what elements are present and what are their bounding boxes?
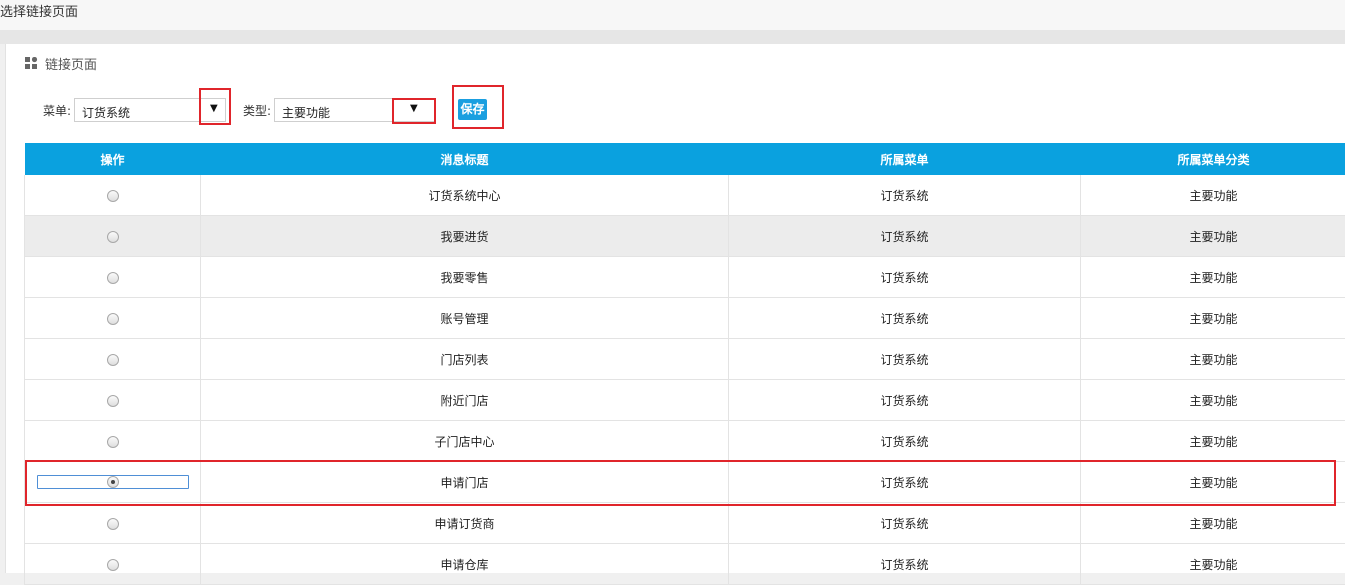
row-menu: 订货系统 [729, 339, 1081, 380]
row-select-cell [25, 503, 201, 544]
row-category: 主要功能 [1081, 380, 1345, 421]
row-menu: 订货系统 [729, 257, 1081, 298]
panel-title: 链接页面 [45, 54, 97, 73]
window-title: 选择链接页面 [0, 1, 78, 20]
row-select-cell [25, 175, 201, 216]
row-category: 主要功能 [1081, 421, 1345, 462]
link-table: 操作 消息标题 所属菜单 所属菜单分类 订货系统中心 订货系统 主要功能 我要进… [24, 143, 1345, 585]
row-select-cell [25, 298, 201, 339]
menu-select-value: 订货系统 [82, 104, 130, 121]
header-operation: 操作 [25, 143, 201, 175]
grid-icon [25, 57, 38, 70]
row-category: 主要功能 [1081, 216, 1345, 257]
table-row[interactable]: 申请仓库 订货系统 主要功能 [25, 544, 1345, 585]
table-row[interactable]: 我要进货 订货系统 主要功能 [25, 216, 1345, 257]
row-radio[interactable] [107, 395, 119, 407]
row-menu: 订货系统 [729, 175, 1081, 216]
row-category: 主要功能 [1081, 298, 1345, 339]
type-select-value: 主要功能 [282, 104, 330, 121]
row-radio[interactable] [107, 231, 119, 243]
save-button-highlight [452, 85, 504, 129]
row-menu: 订货系统 [729, 421, 1081, 462]
table-header-row: 操作 消息标题 所属菜单 所属菜单分类 [25, 143, 1345, 175]
row-title: 订货系统中心 [201, 175, 729, 216]
row-select-cell [25, 216, 201, 257]
table-row[interactable]: 子门店中心 订货系统 主要功能 [25, 421, 1345, 462]
row-title: 门店列表 [201, 339, 729, 380]
row-select-cell [25, 339, 201, 380]
row-title: 附近门店 [201, 380, 729, 421]
type-filter-label: 类型: [243, 102, 271, 119]
row-menu: 订货系统 [729, 216, 1081, 257]
row-select-cell [25, 544, 201, 585]
row-menu: 订货系统 [729, 503, 1081, 544]
row-title: 我要进货 [201, 216, 729, 257]
row-radio[interactable] [107, 559, 119, 571]
row-title: 我要零售 [201, 257, 729, 298]
row-menu: 订货系统 [729, 380, 1081, 421]
panel-header: 链接页面 [25, 54, 97, 72]
row-title: 子门店中心 [201, 421, 729, 462]
row-menu: 订货系统 [729, 544, 1081, 585]
row-radio[interactable] [107, 313, 119, 325]
row-radio[interactable] [107, 272, 119, 284]
selected-row-highlight [25, 460, 1336, 506]
row-category: 主要功能 [1081, 544, 1345, 585]
row-radio[interactable] [107, 436, 119, 448]
menu-filter-label: 菜单: [43, 102, 71, 119]
row-title: 申请订货商 [201, 503, 729, 544]
link-page-panel: 链接页面 菜单: 订货系统 ▼ 类型: 主要功能 ▼ 保存 操作 消息标题 所属… [5, 44, 1345, 573]
row-category: 主要功能 [1081, 503, 1345, 544]
header-menu-category: 所属菜单分类 [1081, 143, 1345, 175]
table-row[interactable]: 申请订货商 订货系统 主要功能 [25, 503, 1345, 544]
row-radio[interactable] [107, 190, 119, 202]
header-message-title: 消息标题 [201, 143, 729, 175]
menu-select-highlight [199, 88, 231, 125]
row-radio[interactable] [107, 354, 119, 366]
row-select-cell [25, 380, 201, 421]
row-select-cell [25, 257, 201, 298]
table-row[interactable]: 账号管理 订货系统 主要功能 [25, 298, 1345, 339]
row-title: 账号管理 [201, 298, 729, 339]
row-radio[interactable] [107, 518, 119, 530]
row-category: 主要功能 [1081, 257, 1345, 298]
header-menu: 所属菜单 [729, 143, 1081, 175]
row-select-cell [25, 421, 201, 462]
row-title: 申请仓库 [201, 544, 729, 585]
table-row[interactable]: 门店列表 订货系统 主要功能 [25, 339, 1345, 380]
header-separator [0, 30, 1345, 44]
table-row[interactable]: 附近门店 订货系统 主要功能 [25, 380, 1345, 421]
row-category: 主要功能 [1081, 339, 1345, 380]
window-titlebar: 选择链接页面 [0, 0, 1345, 31]
table-row[interactable]: 我要零售 订货系统 主要功能 [25, 257, 1345, 298]
table-row[interactable]: 订货系统中心 订货系统 主要功能 [25, 175, 1345, 216]
type-select-highlight [392, 98, 436, 124]
row-menu: 订货系统 [729, 298, 1081, 339]
row-category: 主要功能 [1081, 175, 1345, 216]
